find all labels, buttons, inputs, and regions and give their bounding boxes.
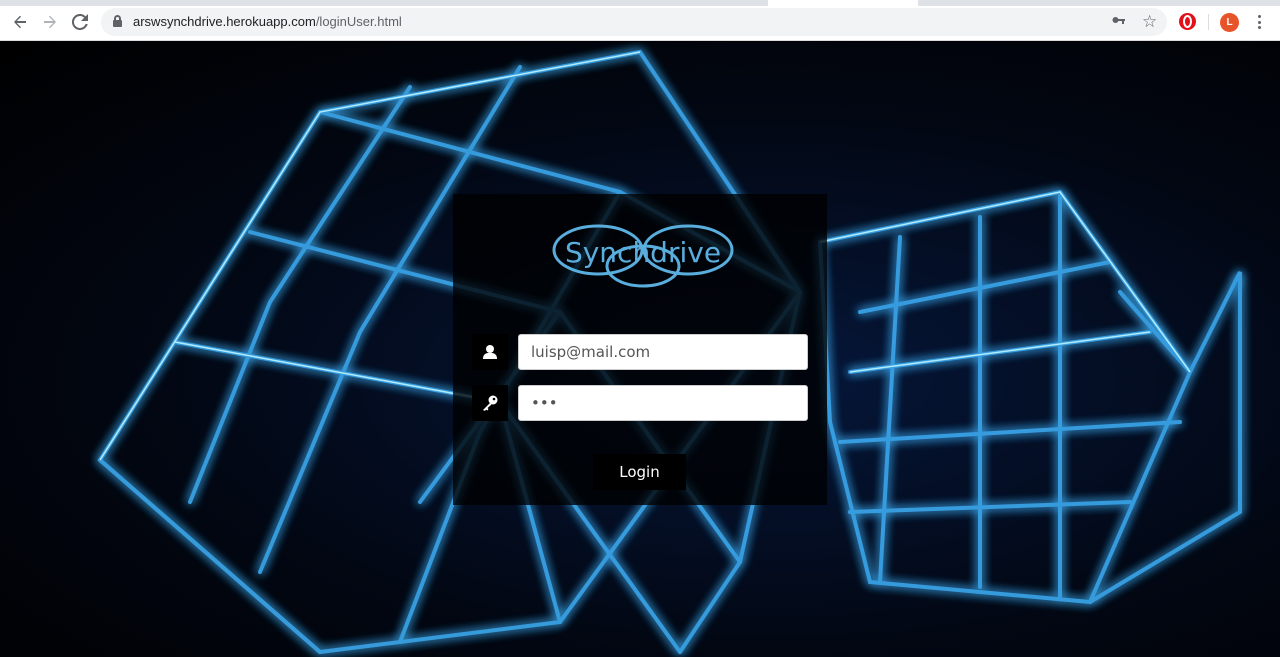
logo-text: Synchdrive bbox=[565, 236, 721, 269]
reload-icon bbox=[72, 14, 88, 30]
lock-icon[interactable] bbox=[113, 15, 122, 27]
email-input[interactable] bbox=[518, 334, 808, 370]
url-host: arswsynchdrive.herokuapp.com bbox=[133, 14, 316, 29]
forward-button[interactable] bbox=[39, 11, 61, 33]
address-bar[interactable]: arswsynchdrive.herokuapp.com/loginUser.h… bbox=[101, 8, 1167, 36]
url-path: /loginUser.html bbox=[315, 14, 402, 29]
password-field-group bbox=[472, 385, 808, 421]
reload-button[interactable] bbox=[69, 11, 91, 33]
opera-extension-icon[interactable] bbox=[1179, 13, 1196, 30]
login-button[interactable]: Login bbox=[593, 454, 686, 490]
synchdrive-logo: Synchdrive bbox=[552, 224, 734, 288]
email-field-group bbox=[472, 334, 808, 370]
login-panel: Synchdrive Login bbox=[453, 194, 827, 505]
star-icon[interactable]: ☆ bbox=[1142, 12, 1157, 32]
back-arrow-icon bbox=[14, 15, 26, 29]
user-icon bbox=[472, 334, 508, 370]
browser-toolbar: arswsynchdrive.herokuapp.com/loginUser.h… bbox=[0, 0, 1280, 41]
url-text[interactable]: arswsynchdrive.herokuapp.com/loginUser.h… bbox=[133, 14, 402, 29]
profile-avatar[interactable]: L bbox=[1220, 13, 1239, 32]
key-icon[interactable] bbox=[1112, 13, 1126, 31]
toolbar-separator bbox=[1208, 14, 1209, 30]
tab-strip bbox=[0, 0, 1280, 6]
kebab-menu-icon[interactable] bbox=[1251, 13, 1267, 31]
key-icon bbox=[472, 385, 508, 421]
active-tab[interactable] bbox=[768, 0, 918, 6]
back-button[interactable] bbox=[9, 11, 31, 33]
forward-arrow-icon bbox=[44, 15, 56, 29]
password-input[interactable] bbox=[518, 385, 808, 421]
login-page: Synchdrive Login bbox=[0, 42, 1280, 657]
